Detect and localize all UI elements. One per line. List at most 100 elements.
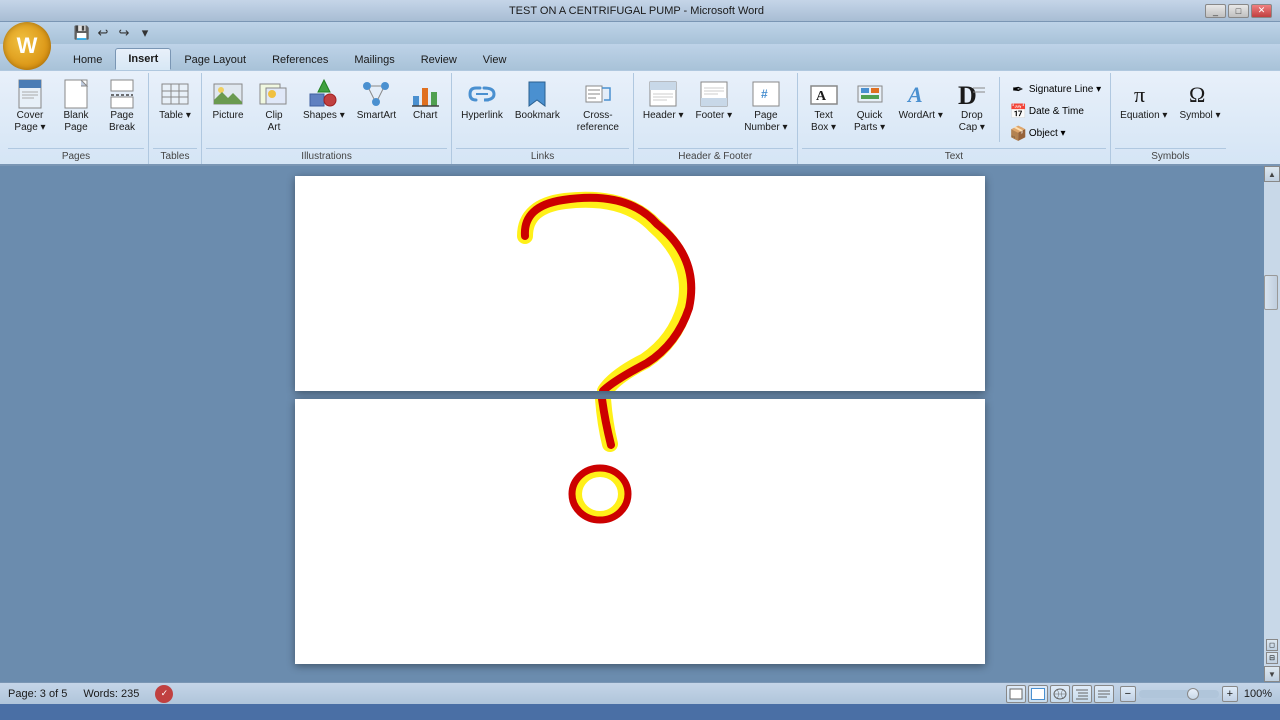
pages-group: CoverPage ▾ BlankPage PageBreak <box>4 73 149 164</box>
save-quick-btn[interactable]: 💾 <box>73 24 91 42</box>
web-layout-btn[interactable] <box>1050 685 1070 703</box>
scroll-down-button[interactable]: ▼ <box>1264 666 1280 682</box>
drop-cap-icon: D <box>956 78 988 110</box>
links-group: Hyperlink Bookmark Cross-reference <box>452 73 634 164</box>
tab-home[interactable]: Home <box>60 48 115 70</box>
page-break-icon <box>106 78 138 110</box>
spell-check-icon[interactable]: ✓ <box>155 685 173 703</box>
bookmark-icon <box>521 78 553 110</box>
date-time-icon: 📅 <box>1010 103 1026 120</box>
hyperlink-label: Hyperlink <box>461 110 503 122</box>
illustrations-group: Picture ClipArt Shapes ▾ <box>202 73 452 164</box>
minimize-button[interactable]: _ <box>1205 4 1226 18</box>
table-button[interactable]: Table ▾ <box>153 75 197 125</box>
zoom-level: 100% <box>1244 688 1272 700</box>
close-button[interactable]: ✕ <box>1251 4 1272 18</box>
date-time-button[interactable]: 📅 Date & Time <box>1005 101 1106 122</box>
table-icon <box>159 78 191 110</box>
zoom-out-button[interactable]: − <box>1120 686 1136 702</box>
equation-button[interactable]: π Equation ▾ <box>1115 75 1172 125</box>
ribbon: Home Insert Page Layout References Maili… <box>0 44 1280 166</box>
text-box-button[interactable]: A TextBox ▾ <box>802 75 846 137</box>
svg-text:A: A <box>906 82 923 107</box>
svg-text:π: π <box>1134 82 1145 107</box>
zoom-slider-thumb[interactable] <box>1187 688 1199 700</box>
object-label: Object ▾ <box>1029 128 1066 139</box>
clip-art-button[interactable]: ClipArt <box>252 75 296 137</box>
bookmark-button[interactable]: Bookmark <box>510 75 565 125</box>
quick-parts-button[interactable]: QuickParts ▾ <box>848 75 892 137</box>
equation-icon: π <box>1128 78 1160 110</box>
object-icon: 📦 <box>1010 125 1026 142</box>
cross-reference-button[interactable]: Cross-reference <box>567 75 629 137</box>
footer-button[interactable]: Footer ▾ <box>690 75 737 125</box>
picture-button[interactable]: Picture <box>206 75 250 125</box>
text-box-icon: A <box>808 78 840 110</box>
vertical-scrollbar[interactable]: ▲ ◻ ⊟ ▼ <box>1264 166 1280 682</box>
document-page-2 <box>295 399 985 664</box>
symbol-label: Symbol ▾ <box>1179 110 1220 122</box>
clip-art-icon <box>258 78 290 110</box>
status-bar: Page: 3 of 5 Words: 235 ✓ <box>0 682 1280 704</box>
tab-insert[interactable]: Insert <box>115 48 171 70</box>
chart-icon <box>409 78 441 110</box>
tables-group-label: Tables <box>153 148 197 164</box>
full-screen-btn[interactable] <box>1028 685 1048 703</box>
page-break-label: PageBreak <box>109 110 135 134</box>
tab-references[interactable]: References <box>259 48 341 70</box>
page-break-button[interactable]: PageBreak <box>100 75 144 137</box>
svg-text:Ω: Ω <box>1189 82 1205 107</box>
scroll-compress-btn[interactable]: ⊟ <box>1266 652 1278 664</box>
tables-group: Table ▾ Tables <box>149 73 202 164</box>
blank-page-label: BlankPage <box>63 110 88 134</box>
symbol-button[interactable]: Ω Symbol ▾ <box>1174 75 1225 125</box>
scroll-up-button[interactable]: ▲ <box>1264 166 1280 182</box>
signature-line-label: Signature Line ▾ <box>1029 84 1101 95</box>
quick-access-more-btn[interactable]: ▾ <box>136 24 154 42</box>
print-layout-btn[interactable] <box>1006 685 1026 703</box>
status-right: − + 100% <box>1006 685 1272 703</box>
chart-label: Chart <box>413 110 437 122</box>
undo-quick-btn[interactable]: ↩ <box>94 24 112 42</box>
page-number-button[interactable]: # PageNumber ▾ <box>739 75 792 137</box>
tab-mailings[interactable]: Mailings <box>341 48 407 70</box>
redo-quick-btn[interactable]: ↪ <box>115 24 133 42</box>
document-page-1 <box>295 176 985 391</box>
cover-page-button[interactable]: CoverPage ▾ <box>8 75 52 137</box>
scroll-thumb[interactable] <box>1264 275 1278 310</box>
tab-review[interactable]: Review <box>408 48 470 70</box>
office-button[interactable]: W <box>3 22 51 70</box>
zoom-in-button[interactable]: + <box>1222 686 1238 702</box>
draft-btn[interactable] <box>1094 685 1114 703</box>
hyperlink-button[interactable]: Hyperlink <box>456 75 508 125</box>
tab-page-layout[interactable]: Page Layout <box>171 48 259 70</box>
drop-cap-button[interactable]: D DropCap ▾ <box>950 75 994 137</box>
object-button[interactable]: 📦 Object ▾ <box>1005 123 1106 144</box>
cross-reference-label: Cross-reference <box>572 110 624 134</box>
document-scroll[interactable] <box>0 166 1280 682</box>
maximize-button[interactable]: □ <box>1228 4 1249 18</box>
ribbon-tab-strip: Home Insert Page Layout References Maili… <box>0 44 1280 70</box>
shapes-icon <box>308 78 340 110</box>
cover-page-icon <box>14 78 46 110</box>
clip-art-label: ClipArt <box>265 110 282 134</box>
shapes-button[interactable]: Shapes ▾ <box>298 75 350 125</box>
quick-access-toolbar: W 💾 ↩ ↪ ▾ <box>0 22 1280 44</box>
blank-page-icon <box>60 78 92 110</box>
symbols-group: π Equation ▾ Ω Symbol ▾ Symbols <box>1111 73 1229 164</box>
equation-label: Equation ▾ <box>1120 110 1167 122</box>
zoom-controls: − + 100% <box>1120 686 1272 702</box>
zoom-slider[interactable] <box>1139 690 1219 698</box>
footer-label: Footer ▾ <box>695 110 732 122</box>
scroll-expand-btn[interactable]: ◻ <box>1266 639 1278 651</box>
blank-page-button[interactable]: BlankPage <box>54 75 98 137</box>
illustrations-group-label: Illustrations <box>206 148 447 164</box>
header-button[interactable]: Header ▾ <box>638 75 689 125</box>
outline-btn[interactable] <box>1072 685 1092 703</box>
smartart-button[interactable]: SmartArt <box>352 75 401 125</box>
view-mode-buttons <box>1006 685 1114 703</box>
tab-view[interactable]: View <box>470 48 520 70</box>
wordart-button[interactable]: A WordArt ▾ <box>894 75 948 125</box>
signature-line-button[interactable]: ✒ Signature Line ▾ <box>1005 79 1106 100</box>
chart-button[interactable]: Chart <box>403 75 447 125</box>
